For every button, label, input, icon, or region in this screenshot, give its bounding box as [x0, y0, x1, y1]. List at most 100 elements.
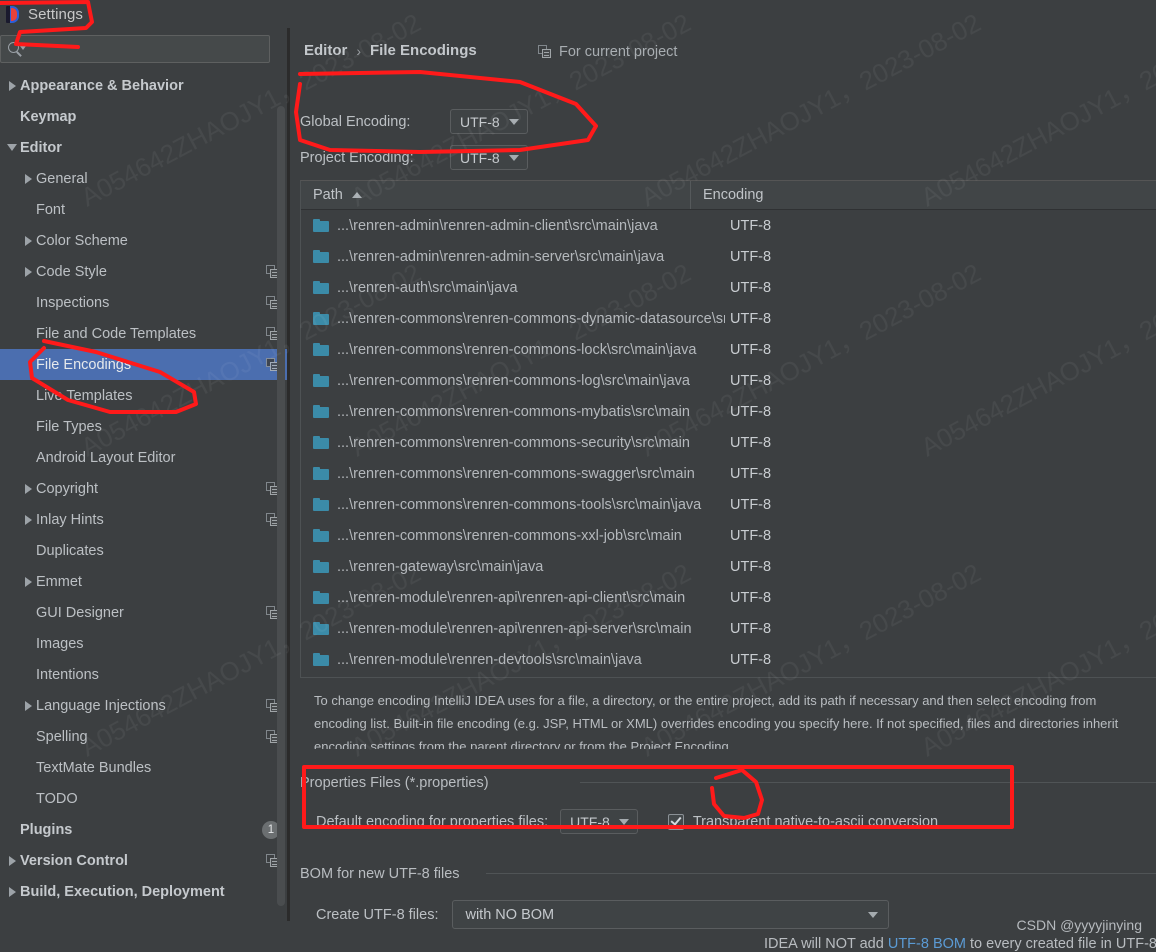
table-row[interactable]: ...\renren-admin\renren-admin-server\src…: [301, 241, 1156, 272]
sidebar-item-appearance-behavior[interactable]: Appearance & Behavior: [0, 70, 290, 101]
sidebar-item-label: Code Style: [36, 263, 107, 280]
chevron-right-icon[interactable]: [20, 700, 36, 711]
table-row[interactable]: ...\renren-commons\renren-commons-dynami…: [301, 303, 1156, 334]
folder-icon: [313, 312, 329, 325]
column-header-encoding-label: Encoding: [703, 187, 764, 203]
table-cell-encoding[interactable]: UTF-8: [725, 342, 771, 358]
sidebar-item-gui-designer[interactable]: GUI Designer: [0, 597, 290, 628]
table-row[interactable]: ...\renren-commons\renren-commons-xxl-jo…: [301, 520, 1156, 551]
table-cell-encoding[interactable]: UTF-8: [725, 404, 771, 420]
chevron-right-icon[interactable]: [4, 855, 20, 866]
sidebar-item-file-encodings[interactable]: File Encodings: [0, 349, 290, 380]
column-header-path[interactable]: Path: [301, 181, 691, 209]
sidebar-item-keymap[interactable]: Keymap: [0, 101, 290, 132]
file-encodings-page: Editor › File Encodings For current proj…: [290, 28, 1156, 952]
table-cell-encoding[interactable]: UTF-8: [725, 559, 771, 575]
sidebar-item-label: Copyright: [36, 480, 99, 497]
table-row[interactable]: ...\renren-commons\renren-commons-lock\s…: [301, 334, 1156, 365]
sidebar-item-file-and-code-templates[interactable]: File and Code Templates: [0, 318, 290, 349]
project-encoding-dropdown[interactable]: UTF-8: [450, 145, 528, 170]
table-row[interactable]: ...\renren-commons\renren-commons-tools\…: [301, 489, 1156, 520]
table-row[interactable]: ...\renren-commons\renren-commons-log\sr…: [301, 365, 1156, 396]
table-row[interactable]: ...\renren-commons\renren-commons-swagge…: [301, 458, 1156, 489]
search-icon[interactable]: [1, 42, 31, 57]
sidebar-item-editor[interactable]: Editor: [0, 132, 290, 163]
table-cell-encoding[interactable]: UTF-8: [725, 311, 771, 327]
sidebar-item-android-layout-editor[interactable]: Android Layout Editor: [0, 442, 290, 473]
create-utf8-files-dropdown[interactable]: with NO BOM: [452, 900, 890, 929]
table-cell-encoding[interactable]: UTF-8: [725, 652, 771, 668]
table-row[interactable]: ...\renren-module\renren-api\renren-api-…: [301, 613, 1156, 644]
sidebar-item-version-control[interactable]: Version Control: [0, 845, 290, 876]
transparent-conversion-checkbox-row[interactable]: Transparent native-to-ascii conversion: [667, 813, 938, 830]
create-utf8-files-row: Create UTF-8 files: with NO BOM: [316, 900, 890, 929]
breadcrumb-parent[interactable]: Editor: [304, 42, 347, 59]
sidebar-item-inspections[interactable]: Inspections: [0, 287, 290, 318]
sidebar-item-images[interactable]: Images: [0, 628, 290, 659]
table-row[interactable]: ...\renren-module\renren-api\renren-api-…: [301, 582, 1156, 613]
sidebar-scrollbar[interactable]: [277, 106, 285, 906]
sidebar-item-intentions[interactable]: Intentions: [0, 659, 290, 690]
sidebar-item-file-types[interactable]: File Types: [0, 411, 290, 442]
sidebar-item-live-templates[interactable]: Live Templates: [0, 380, 290, 411]
chevron-right-icon[interactable]: [20, 483, 36, 494]
sidebar-item-label: Editor: [20, 139, 62, 156]
copy-icon: [538, 45, 552, 59]
table-row[interactable]: ...\renren-module\renren-devtools\src\ma…: [301, 644, 1156, 675]
table-cell-encoding[interactable]: UTF-8: [725, 466, 771, 482]
chevron-right-icon[interactable]: [4, 80, 20, 91]
table-cell-encoding[interactable]: UTF-8: [725, 528, 771, 544]
search-box[interactable]: [0, 35, 270, 63]
table-row[interactable]: ...\renren-commons\renren-commons-mybati…: [301, 396, 1156, 427]
sidebar-item-label: GUI Designer: [36, 604, 124, 621]
chevron-right-icon[interactable]: [4, 886, 20, 897]
transparent-conversion-checkbox[interactable]: [667, 813, 684, 830]
utf8-bom-link[interactable]: UTF-8 BOM: [888, 936, 966, 952]
sidebar-item-spelling[interactable]: Spelling: [0, 721, 290, 752]
table-row[interactable]: ...\renren-auth\src\main\java UTF-8: [301, 272, 1156, 303]
sidebar-item-language-injections[interactable]: Language Injections: [0, 690, 290, 721]
table-cell-encoding[interactable]: UTF-8: [725, 249, 771, 265]
table-cell-encoding[interactable]: UTF-8: [725, 497, 771, 513]
chevron-right-icon[interactable]: [20, 235, 36, 246]
global-encoding-dropdown[interactable]: UTF-8: [450, 109, 528, 134]
sidebar-item-general[interactable]: General: [0, 163, 290, 194]
sidebar-item-copyright[interactable]: Copyright: [0, 473, 290, 504]
chevron-right-icon[interactable]: [20, 266, 36, 277]
sidebar-item-todo[interactable]: TODO: [0, 783, 290, 814]
table-cell-encoding[interactable]: UTF-8: [725, 280, 771, 296]
sidebar-item-plugins[interactable]: Plugins 1: [0, 814, 290, 845]
column-header-encoding[interactable]: Encoding: [691, 181, 1156, 209]
table-cell-path: ...\renren-commons\renren-commons-lock\s…: [337, 341, 697, 358]
sidebar-item-code-style[interactable]: Code Style: [0, 256, 290, 287]
chevron-down-icon: [508, 118, 519, 125]
chevron-right-icon[interactable]: [20, 173, 36, 184]
sidebar-item-color-scheme[interactable]: Color Scheme: [0, 225, 290, 256]
settings-tree[interactable]: Appearance & Behavior Keymap Editor General…: [0, 70, 290, 921]
sidebar-item-inlay-hints[interactable]: Inlay Hints: [0, 504, 290, 535]
sidebar-item-textmate-bundles[interactable]: TextMate Bundles: [0, 752, 290, 783]
table-cell-encoding[interactable]: UTF-8: [725, 590, 771, 606]
table-cell-encoding[interactable]: UTF-8: [725, 435, 771, 451]
sidebar-item-build-execution-deployment[interactable]: Build, Execution, Deployment: [0, 876, 290, 907]
table-cell-path: ...\renren-commons\renren-commons-xxl-jo…: [337, 527, 682, 544]
sidebar-item-emmet[interactable]: Emmet: [0, 566, 290, 597]
chevron-right-icon[interactable]: [20, 576, 36, 587]
properties-encoding-dropdown[interactable]: UTF-8: [560, 809, 638, 834]
sidebar-item-font[interactable]: Font: [0, 194, 290, 225]
chevron-down-icon[interactable]: [4, 144, 20, 151]
table-row[interactable]: ...\renren-gateway\src\main\java UTF-8: [301, 551, 1156, 582]
sidebar-item-label: Spelling: [36, 728, 88, 745]
table-row[interactable]: ...\renren-commons\renren-commons-securi…: [301, 427, 1156, 458]
table-cell-path: ...\renren-commons\renren-commons-mybati…: [337, 403, 690, 420]
table-cell-path: ...\renren-admin\renren-admin-server\src…: [337, 248, 665, 265]
search-input[interactable]: [31, 40, 269, 58]
chevron-right-icon[interactable]: [20, 514, 36, 525]
table-cell-encoding[interactable]: UTF-8: [725, 218, 771, 234]
sidebar-item-label: General: [36, 170, 88, 187]
table-cell-encoding[interactable]: UTF-8: [725, 621, 771, 637]
table-row[interactable]: ...\renren-admin\renren-admin-client\src…: [301, 210, 1156, 241]
table-cell-encoding[interactable]: UTF-8: [725, 373, 771, 389]
for-current-project-label: For current project: [559, 44, 678, 60]
sidebar-item-duplicates[interactable]: Duplicates: [0, 535, 290, 566]
